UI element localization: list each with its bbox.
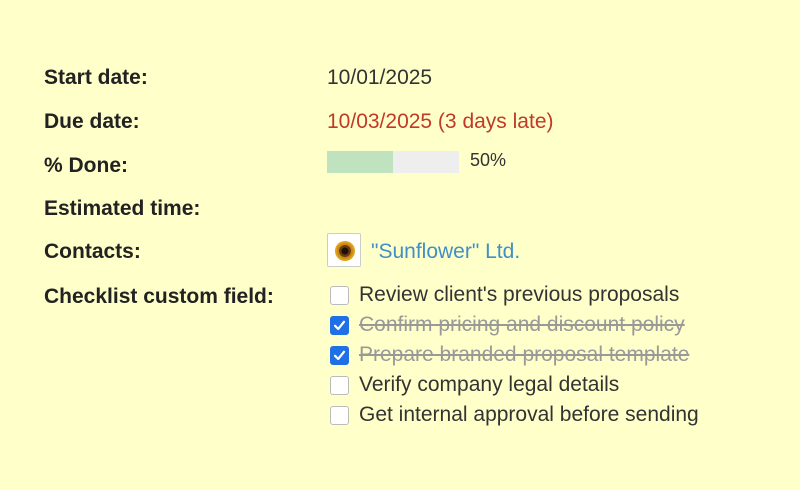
progress-percent-text: 50%	[470, 150, 507, 170]
start-date-label: Start date:	[44, 66, 148, 89]
contact-link[interactable]: "Sunflower" Ltd.	[371, 241, 520, 262]
checkbox[interactable]	[330, 346, 349, 365]
checklist-item-text: Confirm pricing and discount policy	[359, 313, 685, 336]
checkmark-icon	[333, 320, 346, 331]
percent-done-label: % Done:	[44, 154, 128, 177]
start-date-value: 10/01/2025	[327, 66, 433, 89]
checkbox[interactable]	[330, 286, 349, 305]
due-date-label: Due date:	[44, 110, 140, 133]
progress-bar-fill	[327, 151, 393, 173]
checklist-item-text: Verify company legal details	[359, 373, 620, 396]
progress-bar	[327, 151, 459, 173]
checklist-item-text: Get internal approval before sending	[359, 403, 699, 426]
checkbox[interactable]	[330, 376, 349, 395]
checklist-label: Checklist custom field:	[44, 285, 274, 308]
checklist-item-text: Prepare branded proposal template	[359, 343, 690, 366]
contacts-label: Contacts:	[44, 240, 141, 263]
checklist-item-text: Review client's previous proposals	[359, 283, 680, 306]
checkmark-icon	[333, 350, 346, 361]
estimated-time-label: Estimated time:	[44, 197, 201, 220]
checkbox[interactable]	[330, 316, 349, 335]
contact-avatar[interactable]	[327, 233, 361, 267]
checkbox[interactable]	[330, 406, 349, 425]
due-date-value: 10/03/2025 (3 days late)	[327, 110, 554, 133]
sunflower-icon	[335, 241, 355, 261]
